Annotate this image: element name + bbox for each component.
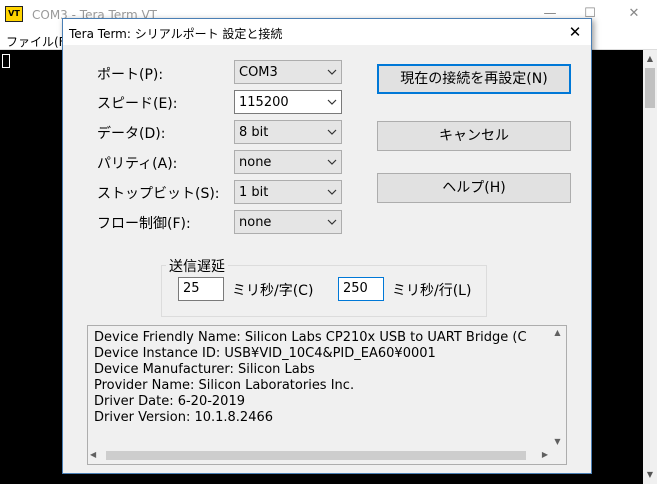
data-label: データ(D): <box>97 126 166 142</box>
port-label: ポート(P): <box>97 67 164 83</box>
stopbits-select-value: 1 bit <box>239 185 269 200</box>
scroll-down-icon[interactable]: ▼ <box>549 437 566 446</box>
port-select[interactable]: COM3 <box>234 60 342 84</box>
flow-label: フロー制御(F): <box>97 216 191 232</box>
transmit-delay-group: 送信遅延 25 ミリ秒/字(C) 250 ミリ秒/行(L) <box>161 256 487 317</box>
terminal-scroll-thumb[interactable] <box>645 68 655 108</box>
port-select-value: COM3 <box>239 65 278 80</box>
terminal-cursor <box>2 54 10 68</box>
chevron-down-icon <box>327 129 337 135</box>
device-info-line: Device Manufacturer: Silicon Labs <box>94 362 315 377</box>
chevron-down-icon <box>327 189 337 195</box>
speed-combo-value: 115200 <box>239 95 289 110</box>
info-horizontal-scrollbar[interactable]: ◀ ▶ <box>88 447 550 464</box>
chevron-down-icon <box>327 219 337 225</box>
device-info-line: Driver Date: 6-20-2019 <box>94 394 245 409</box>
data-select[interactable]: 8 bit <box>234 120 342 144</box>
line-delay-label: ミリ秒/行(L) <box>392 283 472 299</box>
dialog-title-bar: Tera Term: シリアルポート 設定と接続 ✕ <box>63 19 591 45</box>
dialog-title: Tera Term: シリアルポート 設定と接続 <box>69 27 283 41</box>
stopbits-select[interactable]: 1 bit <box>234 180 342 204</box>
scroll-left-icon[interactable]: ◀ <box>90 450 96 459</box>
chevron-down-icon <box>327 159 337 165</box>
window-close-button[interactable]: ✕ <box>624 6 644 22</box>
terminal-scrollbar[interactable]: ▲ ▼ <box>643 50 657 484</box>
parity-select[interactable]: none <box>234 150 342 174</box>
help-button[interactable]: ヘルプ(H) <box>377 173 571 203</box>
line-delay-input[interactable]: 250 <box>338 277 384 301</box>
device-info-line: Device Instance ID: USB¥VID_10C4&PID_EA6… <box>94 346 436 361</box>
reconnect-button[interactable]: 現在の接続を再設定(N) <box>377 64 571 94</box>
chevron-down-icon <box>327 99 337 105</box>
stopbits-label: ストップビット(S): <box>97 186 220 202</box>
scroll-up-icon[interactable]: ▲ <box>643 52 657 66</box>
chevron-down-icon <box>327 69 337 75</box>
cancel-button[interactable]: キャンセル <box>377 121 571 151</box>
scroll-down-icon[interactable]: ▼ <box>643 468 657 482</box>
scrollbar-corner <box>549 447 566 464</box>
device-info-text: Device Friendly Name: Silicon Labs CP210… <box>94 330 550 448</box>
char-delay-input[interactable]: 25 <box>178 277 224 301</box>
speed-label: スピード(E): <box>97 96 178 112</box>
scroll-up-icon[interactable]: ▲ <box>549 328 566 337</box>
teraterm-app-icon: VT <box>5 6 23 22</box>
device-info-line: Provider Name: Silicon Laboratories Inc. <box>94 378 355 393</box>
info-scroll-thumb[interactable] <box>106 451 526 460</box>
char-delay-label: ミリ秒/字(C) <box>232 283 314 299</box>
device-info-line: Device Friendly Name: Silicon Labs CP210… <box>94 330 527 345</box>
scroll-right-icon[interactable]: ▶ <box>542 450 548 459</box>
device-info-line: Driver Version: 10.1.8.2466 <box>94 410 274 425</box>
flow-select[interactable]: none <box>234 210 342 234</box>
speed-combo[interactable]: 115200 <box>234 90 342 114</box>
serial-port-dialog: Tera Term: シリアルポート 設定と接続 ✕ ポート(P): スピード(… <box>62 18 592 474</box>
transmit-delay-title: 送信遅延 <box>166 256 228 276</box>
device-info-box[interactable]: Device Friendly Name: Silicon Labs CP210… <box>87 325 567 465</box>
parity-label: パリティ(A): <box>97 156 178 172</box>
menu-file[interactable]: ファイル(F) <box>6 33 70 50</box>
info-vertical-scrollbar[interactable]: ▲ ▼ <box>549 326 566 448</box>
flow-select-value: none <box>239 215 272 230</box>
parity-select-value: none <box>239 155 272 170</box>
data-select-value: 8 bit <box>239 125 269 140</box>
dialog-close-button[interactable]: ✕ <box>559 19 591 45</box>
